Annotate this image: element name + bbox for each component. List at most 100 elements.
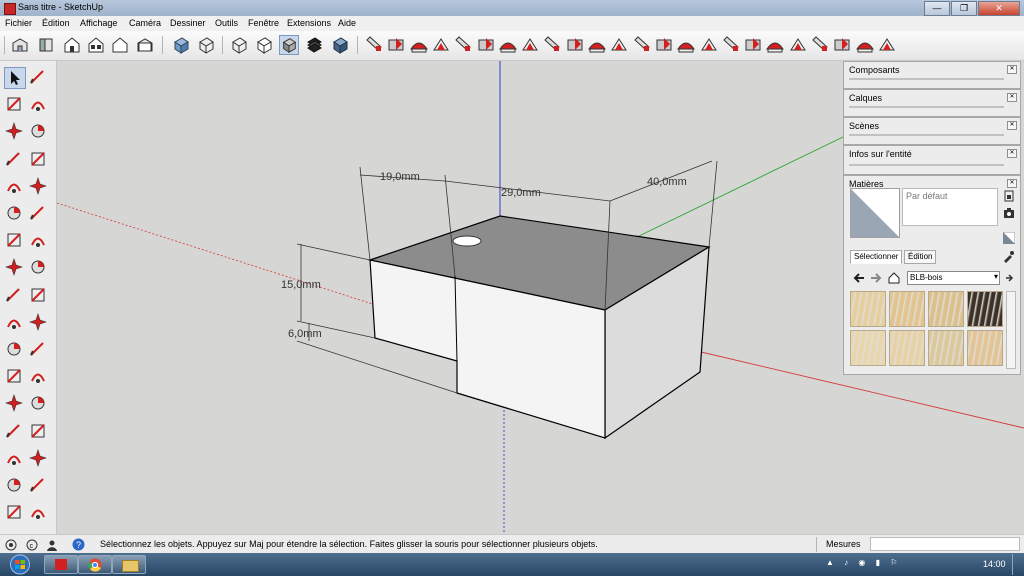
xray-icon[interactable] bbox=[171, 35, 191, 55]
display-secondary-icon[interactable] bbox=[1003, 190, 1015, 202]
help-icon[interactable]: ? bbox=[72, 538, 85, 551]
panel-composants[interactable]: Composants ✕ bbox=[843, 61, 1021, 89]
panel-infos-entite[interactable]: Infos sur l'entité ✕ bbox=[843, 145, 1021, 175]
user-icon[interactable] bbox=[46, 539, 58, 551]
back-view-icon[interactable] bbox=[110, 35, 130, 55]
pie-tool-button[interactable] bbox=[28, 203, 50, 225]
tape-measure-tool-button[interactable] bbox=[4, 339, 26, 361]
line-tool-button[interactable] bbox=[4, 121, 26, 143]
taskbar-sketchup[interactable] bbox=[44, 555, 78, 574]
hole[interactable] bbox=[452, 235, 482, 247]
panel-scenes[interactable]: Scènes ✕ bbox=[843, 117, 1021, 145]
tab-edition[interactable]: Édition bbox=[904, 250, 937, 264]
sandbox-tool-icon[interactable] bbox=[810, 35, 830, 55]
material-swatch[interactable] bbox=[850, 330, 886, 366]
home-icon[interactable] bbox=[888, 272, 900, 284]
panel-close-icon[interactable]: ✕ bbox=[1007, 149, 1017, 158]
paint-bucket-tool-button[interactable] bbox=[4, 94, 26, 116]
circle-tool-button[interactable] bbox=[4, 176, 26, 198]
panel-header[interactable]: Calques ✕ bbox=[844, 90, 1020, 104]
look-around-tool-button[interactable] bbox=[28, 502, 50, 524]
panel-header[interactable]: Scènes ✕ bbox=[844, 118, 1020, 132]
credits-icon[interactable]: c bbox=[26, 539, 38, 551]
sandbox-tool-icon[interactable] bbox=[676, 35, 696, 55]
wireframe-icon[interactable] bbox=[229, 35, 249, 55]
sandbox-tool-icon[interactable] bbox=[609, 35, 629, 55]
sandbox-tool-icon[interactable] bbox=[765, 35, 785, 55]
menu-extensions[interactable]: Extensions bbox=[287, 18, 331, 28]
default-material-swatch[interactable] bbox=[850, 188, 900, 238]
sandbox-tool-icon[interactable] bbox=[721, 35, 741, 55]
panel-calques[interactable]: Calques ✕ bbox=[843, 89, 1021, 117]
sandbox-tool-icon[interactable] bbox=[832, 35, 852, 55]
menu-affichage[interactable]: Affichage bbox=[80, 18, 117, 28]
material-swatch[interactable] bbox=[967, 291, 1003, 327]
measures-input[interactable] bbox=[870, 537, 1020, 551]
show-desktop-button[interactable] bbox=[1012, 554, 1023, 575]
zoom-window-tool-button[interactable] bbox=[28, 448, 50, 470]
orbit-tool-button[interactable] bbox=[4, 421, 26, 443]
back-arrow-icon[interactable] bbox=[853, 272, 865, 284]
text-tool-button[interactable] bbox=[28, 366, 50, 388]
rotate-tool-button[interactable] bbox=[4, 285, 26, 307]
menu-edition[interactable]: Édition bbox=[42, 18, 70, 28]
panel-close-icon[interactable]: ✕ bbox=[1007, 121, 1017, 130]
tab-selectionner[interactable]: Sélectionner bbox=[850, 250, 903, 264]
two-point-arc-tool-button[interactable] bbox=[28, 230, 50, 252]
dimension-label-6[interactable]: 6,0mm bbox=[288, 328, 322, 340]
start-button-icon[interactable] bbox=[4, 554, 36, 575]
panel-close-icon[interactable]: ✕ bbox=[1007, 65, 1017, 74]
sandbox-tool-icon[interactable] bbox=[542, 35, 562, 55]
sandbox-tool-icon[interactable] bbox=[699, 35, 719, 55]
menu-fenetre[interactable]: Fenêtre bbox=[248, 18, 279, 28]
move-tool-button[interactable] bbox=[4, 257, 26, 279]
follow-me-tool-button[interactable] bbox=[28, 285, 50, 307]
3d-text-tool-button[interactable] bbox=[28, 393, 50, 415]
sandbox-tool-icon[interactable] bbox=[386, 35, 406, 55]
sandbox-tool-icon[interactable] bbox=[877, 35, 897, 55]
forward-arrow-icon[interactable] bbox=[870, 272, 882, 284]
shaded-texture-icon[interactable] bbox=[304, 35, 324, 55]
panel-matieres[interactable]: Matières ✕ Par défaut Sélectionner Éditio… bbox=[843, 175, 1021, 375]
collection-select[interactable]: BLB-bois ▾ bbox=[907, 271, 1000, 285]
dimension-tool-button[interactable] bbox=[28, 339, 50, 361]
system-tray-icons[interactable]: ▲ ♪ ◉ ▮ ⚐ bbox=[826, 558, 936, 571]
sandbox-tool-icon[interactable] bbox=[565, 35, 585, 55]
geolocation-icon[interactable] bbox=[5, 539, 17, 551]
material-swatch[interactable] bbox=[850, 291, 886, 327]
axes-tool-button[interactable] bbox=[4, 393, 26, 415]
sandbox-tool-icon[interactable] bbox=[855, 35, 875, 55]
sample-paint-icon[interactable] bbox=[1002, 251, 1014, 263]
sandbox-tool-icon[interactable] bbox=[632, 35, 652, 55]
monochrome-icon[interactable] bbox=[330, 35, 350, 55]
sandbox-tool-icon[interactable] bbox=[364, 35, 384, 55]
backedges-icon[interactable] bbox=[196, 35, 216, 55]
dimension-label-40[interactable]: 40,0mm bbox=[647, 176, 687, 188]
taskbar-explorer[interactable] bbox=[112, 555, 146, 574]
material-swatch[interactable] bbox=[967, 330, 1003, 366]
sandbox-tool-icon[interactable] bbox=[476, 35, 496, 55]
material-swatch[interactable] bbox=[928, 330, 964, 366]
sandbox-tool-icon[interactable] bbox=[743, 35, 763, 55]
pan-tool-button[interactable] bbox=[28, 421, 50, 443]
select-tool-button[interactable] bbox=[4, 67, 26, 89]
sandbox-tool-icon[interactable] bbox=[409, 35, 429, 55]
freehand-tool-button[interactable] bbox=[28, 121, 50, 143]
sandbox-tool-icon[interactable] bbox=[431, 35, 451, 55]
sandbox-tool-icon[interactable] bbox=[654, 35, 674, 55]
hiddenline-icon[interactable] bbox=[254, 35, 274, 55]
panel-header[interactable]: Composants ✕ bbox=[844, 62, 1020, 76]
panel-close-icon[interactable]: ✕ bbox=[1007, 179, 1017, 188]
menu-dessiner[interactable]: Dessiner bbox=[170, 18, 206, 28]
sandbox-tool-icon[interactable] bbox=[520, 35, 540, 55]
scale-tool-button[interactable] bbox=[4, 312, 26, 334]
polygon-tool-button[interactable] bbox=[28, 176, 50, 198]
sandbox-tool-icon[interactable] bbox=[453, 35, 473, 55]
component-tool-button[interactable] bbox=[28, 67, 50, 89]
right-view-icon[interactable] bbox=[86, 35, 106, 55]
material-name-field[interactable]: Par défaut bbox=[902, 188, 998, 226]
three-point-arc-tool-button[interactable] bbox=[4, 230, 26, 252]
menu-aide[interactable]: Aide bbox=[338, 18, 356, 28]
dimension-label-19[interactable]: 19,0mm bbox=[380, 171, 420, 183]
default-material-icon[interactable] bbox=[1003, 232, 1015, 244]
